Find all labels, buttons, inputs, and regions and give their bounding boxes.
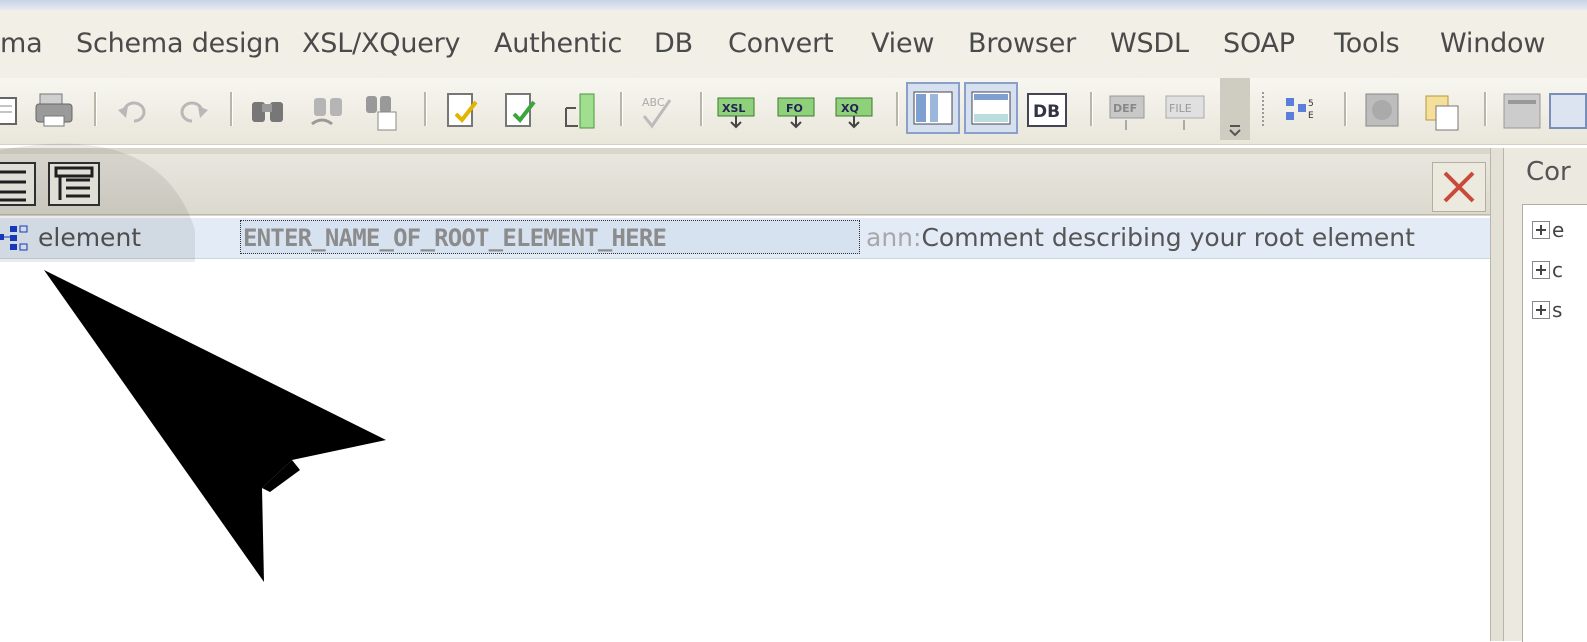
svg-text:ABC: ABC	[642, 96, 665, 109]
grid-view-icon[interactable]	[906, 82, 960, 134]
menu-browser[interactable]: Browser	[968, 28, 1076, 59]
expand-plus-icon[interactable]	[1532, 221, 1550, 239]
svg-text:E: E	[1308, 111, 1314, 121]
schema-icon[interactable]: 5E	[1278, 84, 1324, 134]
tree-item[interactable]: e	[1532, 218, 1564, 242]
toolbar-separator	[424, 92, 427, 126]
tree-item[interactable]: c	[1532, 258, 1563, 282]
find-next-icon[interactable]	[304, 84, 350, 134]
replace-icon[interactable]	[360, 84, 406, 134]
print-icon[interactable]	[32, 84, 78, 134]
menu-convert[interactable]: Convert	[728, 28, 834, 59]
toolbar-separator	[1484, 92, 1487, 126]
expand-plus-icon[interactable]	[1532, 261, 1550, 279]
insert-icon[interactable]	[556, 84, 602, 134]
menu-authentic[interactable]: Authentic	[494, 28, 622, 59]
validate-icon[interactable]	[498, 84, 544, 134]
toolbar-separator	[230, 92, 233, 126]
schema-canvas[interactable]	[0, 216, 1490, 641]
svg-text:DB: DB	[1033, 102, 1060, 122]
text-view-icon[interactable]	[964, 82, 1018, 134]
image-icon[interactable]	[1360, 84, 1406, 134]
element-type-label: element	[38, 223, 142, 252]
menu-soap[interactable]: SOAP	[1223, 28, 1295, 59]
new-document-icon[interactable]	[0, 84, 32, 134]
undo-icon[interactable]	[112, 84, 158, 134]
element-node-icon	[0, 222, 32, 258]
spellcheck-icon[interactable]: ABC	[636, 84, 682, 134]
layout-icon[interactable]	[1548, 84, 1587, 134]
svg-text:5: 5	[1308, 99, 1314, 109]
fo-transform-icon[interactable]: FO	[774, 84, 820, 134]
annotation-text: Comment describing your root element	[921, 223, 1415, 252]
annotation[interactable]: ann:Comment describing your root element	[866, 223, 1415, 252]
svg-text:FO: FO	[786, 102, 803, 115]
toolbar-separator	[1090, 92, 1093, 126]
menu-db[interactable]: DB	[654, 28, 693, 59]
collapse-icon[interactable]	[0, 162, 36, 206]
check-wellformed-icon[interactable]	[440, 84, 486, 134]
right-panel-title: Cor	[1526, 157, 1571, 187]
toolbar-separator	[700, 92, 703, 126]
find-icon[interactable]	[246, 84, 292, 134]
root-element-row[interactable]: element ENTER_NAME_OF_ROOT_ELEMENT_HERE …	[0, 218, 1490, 259]
window-top-stripe	[0, 0, 1587, 10]
close-icon	[1443, 171, 1475, 203]
toolbar-separator	[896, 92, 899, 126]
tree-item[interactable]: s	[1532, 298, 1562, 322]
element-name-input[interactable]: ENTER_NAME_OF_ROOT_ELEMENT_HERE	[240, 220, 860, 254]
copy-icon[interactable]	[1420, 84, 1466, 134]
toolbar-separator	[1344, 92, 1347, 126]
toolbar: ABC XSL FO XQ DB DEF FILE 5E	[0, 78, 1587, 145]
menu-schema-design[interactable]: Schema design	[76, 28, 280, 59]
schema-panel-header	[0, 154, 1490, 215]
menu-xsl-xquery[interactable]: XSL/XQuery	[302, 28, 461, 59]
menu-wsdl[interactable]: WSDL	[1110, 28, 1189, 59]
svg-text:XQ: XQ	[841, 102, 859, 115]
file-icon[interactable]: FILE	[1162, 84, 1208, 134]
xsl-transform-icon[interactable]: XSL	[714, 84, 760, 134]
menu-bar: ma Schema design XSL/XQuery Authentic DB…	[0, 10, 1587, 78]
overflow-icon[interactable]	[1220, 78, 1250, 140]
xquery-icon[interactable]: XQ	[832, 84, 878, 134]
toolbar-grip	[1262, 92, 1264, 126]
menu-schema[interactable]: ma	[0, 28, 43, 59]
svg-text:DEF: DEF	[1113, 102, 1137, 115]
menu-window[interactable]: Window	[1440, 28, 1545, 59]
redo-icon[interactable]	[168, 84, 214, 134]
toolbar-separator	[620, 92, 623, 126]
close-panel-button[interactable]	[1432, 162, 1486, 212]
expand-icon[interactable]	[48, 162, 100, 206]
svg-text:FILE: FILE	[1169, 102, 1192, 115]
menu-tools[interactable]: Tools	[1334, 28, 1400, 59]
panel-splitter[interactable]	[1490, 148, 1504, 641]
toolbar-separator	[94, 92, 97, 126]
db-view-icon[interactable]: DB	[1024, 84, 1070, 134]
annotation-prefix: ann:	[866, 223, 922, 252]
expand-plus-icon[interactable]	[1532, 301, 1550, 319]
svg-text:XSL: XSL	[722, 102, 745, 115]
window-icon[interactable]	[1500, 84, 1546, 134]
def-icon[interactable]: DEF	[1104, 84, 1150, 134]
menu-view[interactable]: View	[871, 28, 934, 59]
